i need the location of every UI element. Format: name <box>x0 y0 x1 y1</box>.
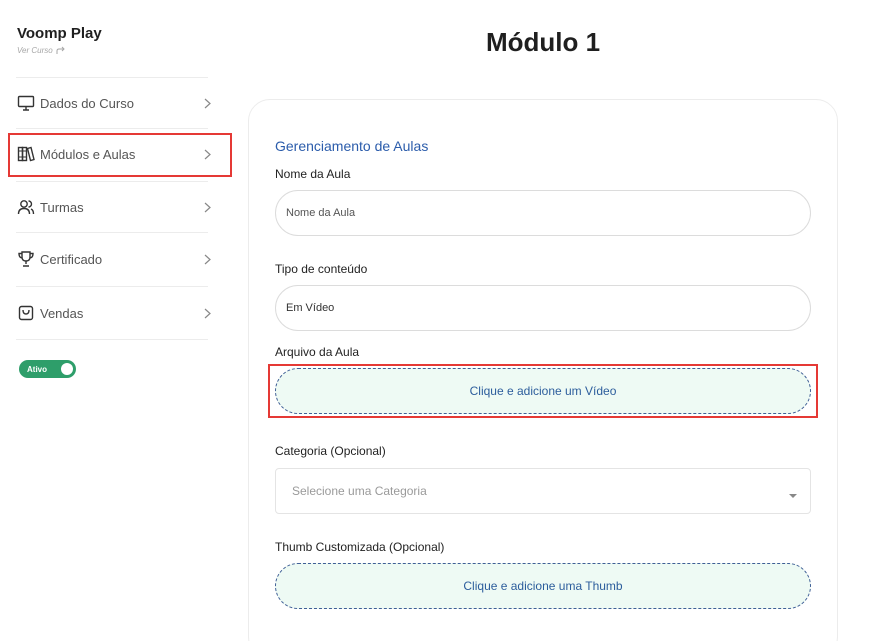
sidebar-item-certificado[interactable]: Certificado <box>16 239 212 279</box>
upload-thumb-button[interactable]: Clique e adicione uma Thumb <box>275 563 811 609</box>
lesson-name-input[interactable]: Nome da Aula <box>275 190 811 236</box>
status-toggle-label: Ativo <box>27 364 47 374</box>
highlight-box-upload <box>268 364 818 418</box>
monitor-icon <box>16 93 36 113</box>
sidebar-divider <box>16 77 208 78</box>
shopping-bag-icon <box>16 303 36 323</box>
chevron-right-icon <box>202 254 212 264</box>
page-title: Módulo 1 <box>485 27 601 57</box>
category-placeholder: Selecione uma Categoria <box>292 484 427 498</box>
view-course-link[interactable]: Ver Curso <box>17 46 102 55</box>
sidebar-divider <box>16 232 208 233</box>
category-label: Categoria (Opcional) <box>275 444 386 458</box>
caret-down-icon <box>789 494 797 498</box>
custom-thumb-label: Thumb Customizada (Opcional) <box>275 540 445 554</box>
sidebar-divider <box>16 181 208 182</box>
sidebar-item-turmas[interactable]: Turmas <box>16 187 212 227</box>
sidebar: Voomp Play Ver Curso Dados do Curso Módu… <box>0 0 232 641</box>
chevron-right-icon <box>202 202 212 212</box>
brand-title: Voomp Play <box>17 25 102 42</box>
view-course-label: Ver Curso <box>17 46 53 55</box>
sidebar-item-dados-do-curso[interactable]: Dados do Curso <box>16 83 212 123</box>
lesson-file-label: Arquivo da Aula <box>275 345 360 359</box>
category-select[interactable]: Selecione uma Categoria <box>275 468 811 514</box>
users-icon <box>16 197 36 217</box>
section-title: Gerenciamento de Aulas <box>275 138 429 154</box>
status-toggle[interactable]: Ativo <box>19 360 76 378</box>
content-type-label: Tipo de conteúdo <box>275 262 368 276</box>
sidebar-item-label: Turmas <box>40 199 84 215</box>
sidebar-item-label: Dados do Curso <box>40 95 134 111</box>
sidebar-item-vendas[interactable]: Vendas <box>16 293 212 333</box>
chevron-right-icon <box>202 98 212 108</box>
highlight-box-modulos <box>8 133 232 177</box>
content-type-select[interactable]: Em Vídeo <box>275 285 811 331</box>
lesson-name-label: Nome da Aula <box>275 167 351 181</box>
sidebar-item-label: Vendas <box>40 305 84 321</box>
sidebar-divider <box>16 339 208 340</box>
toggle-knob <box>61 363 73 375</box>
sidebar-item-label: Certificado <box>40 251 103 267</box>
sidebar-divider <box>16 286 208 287</box>
share-arrow-icon <box>56 46 65 54</box>
trophy-icon <box>16 249 36 269</box>
sidebar-divider <box>16 128 208 129</box>
chevron-right-icon <box>202 308 212 318</box>
brand: Voomp Play Ver Curso <box>17 25 102 55</box>
